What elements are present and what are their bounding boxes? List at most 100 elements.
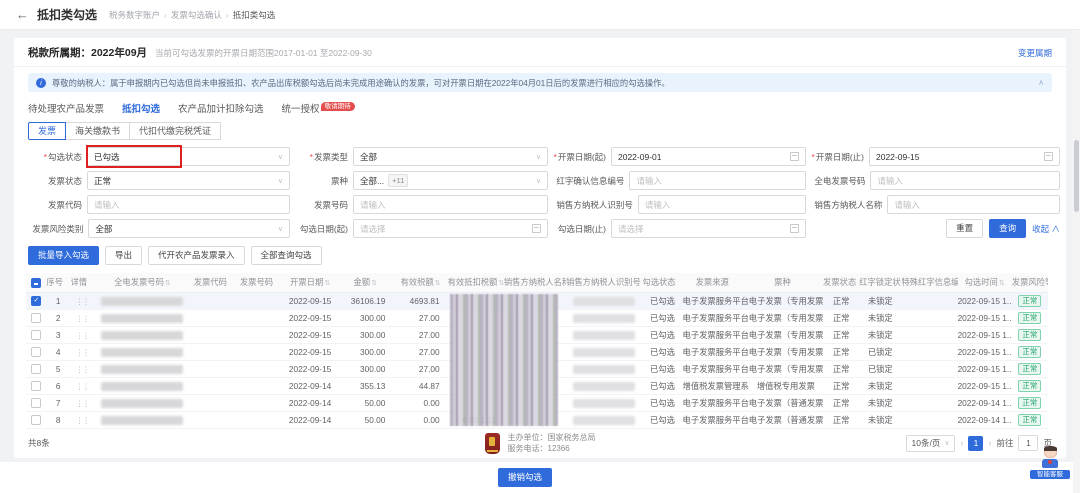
- filter-control[interactable]: 请输入 ∨: [887, 195, 1060, 214]
- cell-invoice-number: [94, 326, 190, 343]
- detail-icon[interactable]: ⋮⋮: [76, 331, 89, 340]
- calendar-icon: [790, 152, 799, 161]
- column-header[interactable]: 红字锁定状态⇅: [859, 273, 901, 292]
- detail-icon[interactable]: ⋮⋮: [76, 399, 89, 408]
- detail-icon[interactable]: ⋮⋮: [76, 365, 89, 374]
- cell-seller-id: [566, 360, 642, 377]
- tab[interactable]: 农产品加计扣除勾选: [178, 101, 264, 115]
- sort-icon[interactable]: ⇅: [999, 280, 1005, 287]
- back-arrow-icon[interactable]: ←: [16, 7, 29, 22]
- filter-control[interactable]: 请选择 ∨: [611, 219, 806, 238]
- column-header[interactable]: 发票风险等级⇅: [1012, 273, 1048, 292]
- header-select-all-cell[interactable]: [26, 273, 46, 292]
- cell-check-status: 已勾选: [642, 360, 682, 377]
- cell-invoice-status: 正常: [823, 343, 859, 360]
- row-checkbox[interactable]: [31, 330, 41, 340]
- filter-control[interactable]: 正常 ∨: [87, 171, 290, 190]
- cell-special-no: [901, 309, 957, 326]
- column-header[interactable]: 有效抵扣税额⇅: [448, 273, 504, 292]
- tab[interactable]: 抵扣勾选: [122, 101, 160, 115]
- column-header[interactable]: 票种⇅: [749, 273, 823, 292]
- filter-field: *勾选日期(起) 请选择 ∨: [294, 219, 548, 238]
- column-header[interactable]: 金额⇅: [337, 273, 393, 292]
- row-checkbox[interactable]: [31, 313, 41, 323]
- scrollbar-thumb[interactable]: [1074, 140, 1079, 212]
- tab-bar: 待处理农产品发票 抵扣勾选 农产品加计扣除勾选 统一授权敬请期待: [28, 100, 1052, 115]
- column-header[interactable]: 发票号码⇅: [237, 273, 283, 292]
- toolbar-button[interactable]: 批量导入勾选: [28, 246, 99, 265]
- filter-control[interactable]: 全部 ∨: [88, 219, 290, 238]
- detail-icon[interactable]: ⋮⋮: [76, 382, 89, 391]
- filter-placeholder: 请输入: [894, 199, 920, 211]
- sort-icon[interactable]: ⇅: [435, 280, 441, 287]
- column-header[interactable]: 特殊红字信息编号⇅: [901, 273, 957, 292]
- subtab[interactable]: 发票: [28, 122, 66, 140]
- column-header[interactable]: 详情⇅: [70, 273, 94, 292]
- row-checkbox[interactable]: [31, 381, 41, 391]
- detail-icon[interactable]: ⋮⋮: [76, 314, 89, 323]
- assistant-widget[interactable]: 智能客服: [1030, 447, 1070, 479]
- tax-period-value: 2022年09月: [91, 45, 147, 60]
- filter-control[interactable]: 已勾选 ∨: [87, 147, 290, 166]
- column-header[interactable]: 销售方纳税人名称⇅: [504, 273, 566, 292]
- filter-control[interactable]: 请选择 ∨: [353, 219, 548, 238]
- filter-control[interactable]: 2022-09-01 ∨: [611, 147, 806, 166]
- toolbar-button[interactable]: 代开农产品发票录入: [148, 246, 245, 265]
- reset-button[interactable]: 重置: [946, 219, 983, 238]
- cell-amount: 355.13: [337, 377, 393, 394]
- revoke-check-button[interactable]: 撤销勾选: [498, 468, 552, 487]
- column-header[interactable]: 销售方纳税人识别号⇅: [566, 273, 642, 292]
- search-button[interactable]: 查询: [989, 219, 1026, 238]
- cell-invoice-code: [191, 377, 237, 394]
- filter-field: *红字确认信息编号 请输入 ∨: [552, 171, 806, 190]
- breadcrumb-item[interactable]: 税务数字账户: [109, 9, 160, 21]
- breadcrumb-item[interactable]: 抵扣类勾选: [233, 9, 276, 21]
- cell-check-time: 2022-09-15 1...: [958, 292, 1012, 309]
- tab-label: 农产品加计扣除勾选: [178, 104, 264, 115]
- filter-control[interactable]: 请输入 ∨: [87, 195, 290, 214]
- column-header[interactable]: 序号⇅: [46, 273, 70, 292]
- filter-control[interactable]: 请输入 ∨: [870, 171, 1060, 190]
- cell-kind: 电子发票（普通发票）: [749, 394, 823, 411]
- tab[interactable]: 待处理农产品发票: [28, 101, 104, 115]
- sort-icon[interactable]: ⇅: [324, 280, 330, 287]
- filter-control[interactable]: 请输入 ∨: [629, 171, 806, 190]
- breadcrumb-item[interactable]: 发票勾选确认: [171, 9, 222, 21]
- toolbar-button[interactable]: 全部查询勾选: [251, 246, 322, 265]
- row-checkbox[interactable]: [31, 296, 41, 306]
- filter-control[interactable]: 全部... +11 ∨: [353, 171, 548, 190]
- calendar-icon: [790, 224, 799, 233]
- column-header[interactable]: 全电发票号码⇅: [94, 273, 190, 292]
- column-header[interactable]: 勾选时间⇅: [958, 273, 1012, 292]
- row-checkbox[interactable]: [31, 364, 41, 374]
- tab[interactable]: 统一授权敬请期待: [282, 101, 355, 115]
- change-period-link[interactable]: 变更属期: [1018, 47, 1052, 59]
- column-header[interactable]: 勾选状态⇅: [642, 273, 682, 292]
- column-header[interactable]: 开票日期⇅: [283, 273, 337, 292]
- cell-amount: 50.00: [337, 394, 393, 411]
- column-header[interactable]: 发票状态⇅: [823, 273, 859, 292]
- detail-icon[interactable]: ⋮⋮: [76, 297, 89, 306]
- scrollbar-track[interactable]: [1073, 0, 1080, 493]
- row-checkbox[interactable]: [31, 398, 41, 408]
- filter-control[interactable]: 请输入 ∨: [638, 195, 806, 214]
- collapse-filters-link[interactable]: 收起 ∧: [1032, 223, 1060, 235]
- row-checkbox[interactable]: [31, 347, 41, 357]
- subtab[interactable]: 代扣代缴完税凭证: [129, 122, 221, 140]
- cell-invoice-date: 2022-09-15: [283, 360, 337, 377]
- detail-icon[interactable]: ⋮⋮: [76, 348, 89, 357]
- cell-invoice-no: [237, 309, 283, 326]
- select-all-checkbox[interactable]: [31, 278, 41, 288]
- banner-collapse-icon[interactable]: ∧: [1038, 78, 1044, 87]
- toolbar-button[interactable]: 导出: [105, 246, 142, 265]
- sort-icon[interactable]: ⇅: [165, 280, 171, 287]
- redacted-invoice-number: [101, 382, 183, 391]
- filter-control[interactable]: 2022-09-15 ∨: [869, 147, 1060, 166]
- column-header[interactable]: 发票代码⇅: [191, 273, 237, 292]
- subtab[interactable]: 海关缴款书: [65, 122, 130, 140]
- filter-control[interactable]: 请输入 ∨: [353, 195, 548, 214]
- filter-control[interactable]: 全部 ∨: [353, 147, 548, 166]
- sort-icon[interactable]: ⇅: [371, 280, 377, 287]
- column-header[interactable]: 发票来源⇅: [683, 273, 749, 292]
- column-header[interactable]: 有效税额⇅: [393, 273, 447, 292]
